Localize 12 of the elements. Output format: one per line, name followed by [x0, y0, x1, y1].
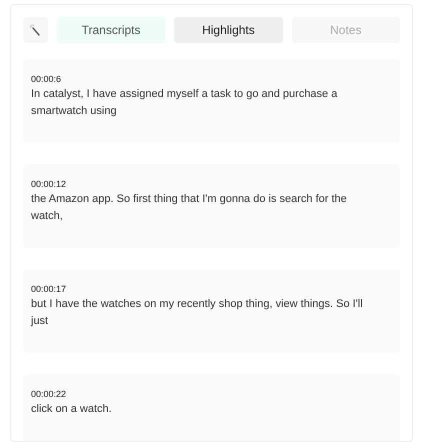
timestamp: 00:00:12	[31, 178, 68, 191]
tab[interactable]: Transcripts	[56, 17, 166, 43]
highlight-text: but I have the watches on my recently shop thing, view things. So I'll just	[31, 297, 364, 329]
highlight-text: click on a watch.	[31, 402, 113, 417]
highlight-text: In catalyst, I have assigned myself a task to go and purchase a smartwatch using	[31, 87, 338, 119]
magic-wand-icon	[30, 24, 40, 36]
tab[interactable]: Highlights	[174, 17, 283, 43]
highlight-text: the Amazon app. So first thing that I'm gonna do is search for the watch,	[31, 192, 348, 224]
magic-wand-button[interactable]	[23, 17, 48, 43]
timestamp: 00:00:6	[31, 73, 62, 86]
timestamp: 00:00:22	[31, 388, 68, 401]
timestamp: 00:00:17	[31, 283, 68, 296]
